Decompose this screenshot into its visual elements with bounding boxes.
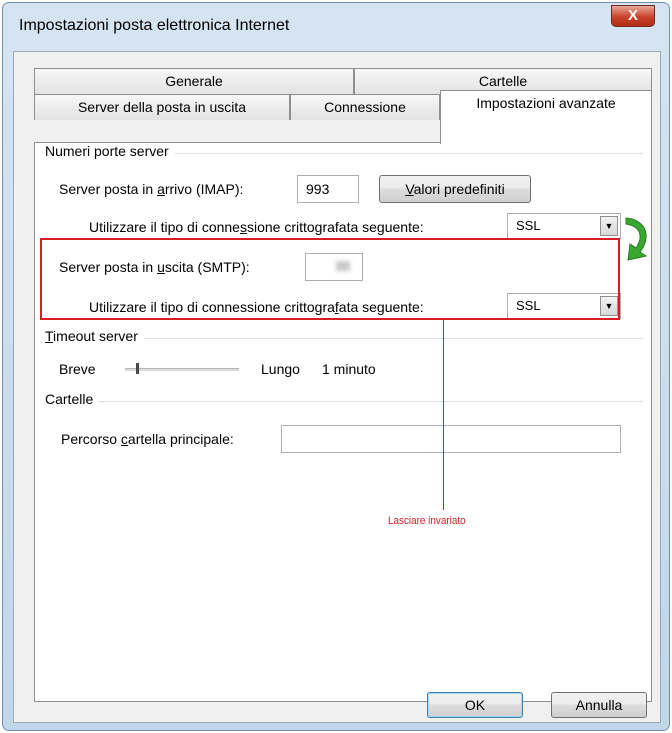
root-folder-input[interactable] — [281, 425, 621, 453]
imap-encryption-value: SSL — [516, 218, 541, 233]
slider-thumb[interactable] — [136, 363, 139, 374]
timeout-group-label: Timeout server — [45, 328, 144, 344]
tab-panel: Numeri porte server Server posta in arri… — [34, 142, 652, 702]
tab-server-uscita[interactable]: Server della posta in uscita — [34, 94, 290, 120]
timeout-slider[interactable] — [125, 363, 239, 374]
folders-group-label: Cartelle — [45, 391, 100, 407]
imap-encryption-select[interactable]: SSL ▼ — [507, 213, 621, 239]
ports-group-label: Numeri porte server — [45, 143, 175, 159]
imap-label: Server posta in arrivo (IMAP): — [59, 181, 244, 197]
timeout-long-label: Lungo — [261, 361, 300, 377]
dialog-window: Impostazioni posta elettronica Internet … — [2, 2, 670, 731]
cancel-button[interactable]: Annulla — [551, 692, 647, 718]
highlight-box — [40, 238, 620, 320]
tab-impostazioni-avanzate[interactable]: Impostazioni avanzate — [440, 90, 652, 144]
timeout-value: 1 minuto — [322, 361, 376, 377]
window-title: Impostazioni posta elettronica Internet — [19, 17, 290, 34]
annotation-text: Lasciare invariato — [388, 515, 466, 527]
imap-port-input[interactable]: 993 — [297, 175, 359, 203]
timeout-short-label: Breve — [59, 361, 96, 377]
tab-connessione[interactable]: Connessione — [290, 94, 440, 120]
annotation-line — [443, 320, 444, 510]
group-line — [45, 401, 643, 402]
imap-encryption-label: Utilizzare il tipo di connessione critto… — [89, 219, 424, 235]
ok-button[interactable]: OK — [427, 692, 523, 718]
tab-generale[interactable]: Generale — [34, 68, 354, 94]
close-button[interactable]: X — [611, 5, 655, 27]
root-folder-label: Percorso cartella principale: — [61, 431, 234, 447]
green-arrow-icon — [625, 217, 648, 261]
default-values-button[interactable]: Valori predefiniti — [379, 175, 531, 203]
chevron-down-icon[interactable]: ▼ — [600, 216, 618, 236]
dialog-client-area: Generale Cartelle Server della posta in … — [13, 51, 661, 723]
slider-track — [125, 368, 239, 371]
